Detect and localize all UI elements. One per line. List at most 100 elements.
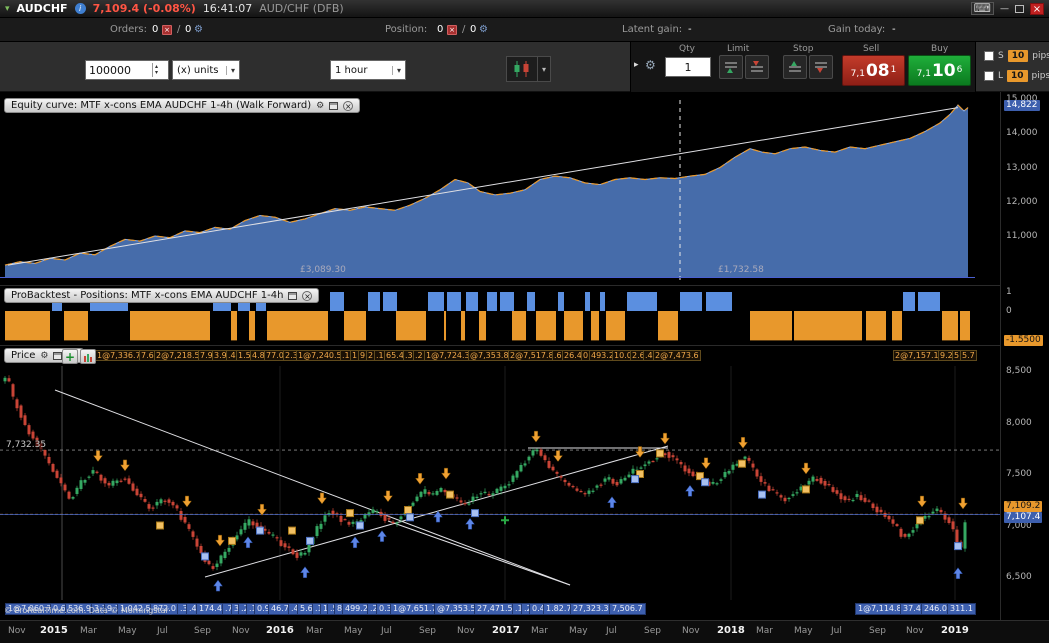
short-position-bar[interactable]	[794, 311, 862, 341]
sell-arrow-marker[interactable]	[531, 430, 541, 443]
position-entry-label[interactable]: 246.0	[921, 603, 950, 615]
take-profit-marker[interactable]	[501, 516, 509, 525]
pending-buy-marker[interactable]	[201, 552, 209, 561]
orders-settings-icon[interactable]: ⚙	[194, 24, 203, 35]
buy-arrow-marker[interactable]	[300, 566, 310, 578]
position-entry-label[interactable]: 7,506.7	[609, 603, 646, 615]
short-position-bar[interactable]	[866, 311, 886, 341]
trade-label[interactable]: 1@7,240.5	[296, 350, 344, 361]
pending-buy-marker[interactable]	[256, 526, 264, 535]
long-position-bar[interactable]	[527, 292, 535, 311]
position-entry-label[interactable]: 174.4	[196, 603, 225, 615]
short-position-bar[interactable]	[396, 311, 426, 341]
pending-buy-marker[interactable]	[701, 478, 709, 487]
close-panel-icon[interactable]: ×	[343, 100, 354, 111]
short-position-bar[interactable]	[591, 311, 599, 341]
pending-sell-marker[interactable]	[802, 485, 810, 494]
sell-arrow-marker[interactable]	[701, 457, 711, 470]
short-position-bar[interactable]	[512, 311, 526, 341]
long-position-bar[interactable]	[680, 292, 702, 311]
buy-arrow-marker[interactable]	[213, 579, 223, 592]
long-position-bar[interactable]	[428, 292, 444, 311]
buy-arrow-marker[interactable]	[685, 484, 695, 497]
pending-sell-marker[interactable]	[156, 521, 164, 530]
long-position-bar[interactable]	[918, 292, 940, 311]
pending-sell-marker[interactable]	[346, 509, 354, 518]
sell-arrow-marker[interactable]	[660, 432, 670, 445]
stop-pips-value[interactable]: 10	[1007, 50, 1029, 62]
position-entry-label[interactable]: 27,323.3	[570, 603, 612, 615]
keyboard-icon[interactable]: ⌨	[970, 2, 994, 15]
add-drawing-button[interactable]	[80, 349, 96, 364]
pending-sell-marker[interactable]	[738, 459, 746, 468]
short-position-bar[interactable]	[231, 311, 237, 341]
time-axis[interactable]: Nov 2015 Mar May Jul Sep Nov 2016 Mar May Jul Sep No…	[0, 620, 1049, 643]
long-position-bar[interactable]	[585, 292, 590, 311]
price-chart[interactable]	[0, 366, 1000, 600]
quantity-down-icon[interactable]: ▾	[155, 70, 158, 76]
collapse-panel-arrow[interactable]: ▸	[634, 60, 639, 70]
pending-sell-marker[interactable]	[916, 516, 924, 525]
sell-arrow-marker[interactable]	[958, 497, 968, 510]
pending-buy-marker[interactable]	[306, 536, 314, 545]
short-position-bar[interactable]	[750, 311, 792, 341]
short-position-bar[interactable]	[960, 311, 970, 341]
instrument-dropdown-icon[interactable]: ▾	[5, 4, 10, 14]
position-entry-label[interactable]: 27,471.5	[474, 603, 516, 615]
long-position-bar[interactable]	[487, 292, 497, 311]
equity-chart[interactable]	[0, 96, 1000, 283]
long-position-bar[interactable]	[500, 292, 514, 311]
sell-arrow-marker[interactable]	[441, 467, 451, 480]
pending-sell-marker[interactable]	[288, 526, 296, 535]
sell-stop-button[interactable]	[809, 55, 833, 79]
buy-arrow-marker[interactable]	[377, 530, 387, 542]
close-panel-icon[interactable]: ×	[302, 290, 313, 301]
short-position-bar[interactable]	[64, 311, 88, 341]
trade-label[interactable]: 1@7,724.3	[424, 350, 472, 361]
close-position-icon[interactable]: ×	[447, 25, 457, 35]
pending-sell-marker[interactable]	[656, 449, 664, 458]
sell-arrow-marker[interactable]	[317, 492, 327, 505]
pending-sell-marker[interactable]	[228, 536, 236, 545]
position-entry-label[interactable]: 311.1	[947, 603, 976, 615]
long-position-bar[interactable]	[447, 292, 461, 311]
short-position-bar[interactable]	[130, 311, 210, 341]
stop-checkbox[interactable]	[984, 51, 994, 61]
sell-arrow-marker[interactable]	[415, 473, 425, 485]
buy-arrow-marker[interactable]	[243, 536, 253, 549]
short-position-bar[interactable]	[5, 311, 50, 341]
short-position-bar[interactable]	[344, 311, 366, 341]
order-settings-icon[interactable]: ⚙	[645, 58, 656, 72]
sell-arrow-marker[interactable]	[215, 534, 225, 547]
buy-button[interactable]: 7,1 10 6	[908, 55, 971, 86]
short-position-bar[interactable]	[536, 311, 556, 341]
trade-label[interactable]: .2	[413, 350, 425, 361]
long-position-bar[interactable]	[627, 292, 657, 311]
trade-label[interactable]: 5.7	[960, 350, 977, 361]
short-position-bar[interactable]	[892, 311, 902, 341]
pending-sell-marker[interactable]	[404, 506, 412, 514]
short-position-bar[interactable]	[267, 311, 328, 341]
pending-buy-marker[interactable]	[471, 509, 479, 518]
long-position-bar[interactable]	[368, 292, 380, 311]
position-entry-label[interactable]: 1@7,114.8	[855, 603, 905, 615]
sell-button[interactable]: 7,1 08 1	[842, 55, 905, 86]
buy-arrow-marker[interactable]	[607, 496, 617, 508]
long-position-bar[interactable]	[466, 292, 478, 311]
limit-pips-value[interactable]: 10	[1007, 70, 1028, 82]
pending-buy-marker[interactable]	[631, 475, 639, 484]
sell-arrow-marker[interactable]	[93, 450, 103, 463]
close-button[interactable]: ×	[1030, 2, 1044, 15]
trend-line[interactable]	[387, 520, 571, 586]
buy-stop-button[interactable]	[783, 55, 807, 79]
trade-label[interactable]: 2@7,218.5	[154, 350, 202, 361]
buy-arrow-marker[interactable]	[465, 517, 475, 530]
buy-arrow-marker[interactable]	[350, 536, 360, 549]
pending-buy-marker[interactable]	[954, 542, 962, 551]
buy-arrow-marker[interactable]	[433, 510, 443, 523]
sell-limit-button[interactable]	[745, 55, 769, 79]
sell-arrow-marker[interactable]	[257, 503, 267, 516]
short-position-bar[interactable]	[479, 311, 486, 341]
long-position-bar[interactable]	[903, 292, 915, 311]
sell-arrow-marker[interactable]	[738, 437, 748, 449]
